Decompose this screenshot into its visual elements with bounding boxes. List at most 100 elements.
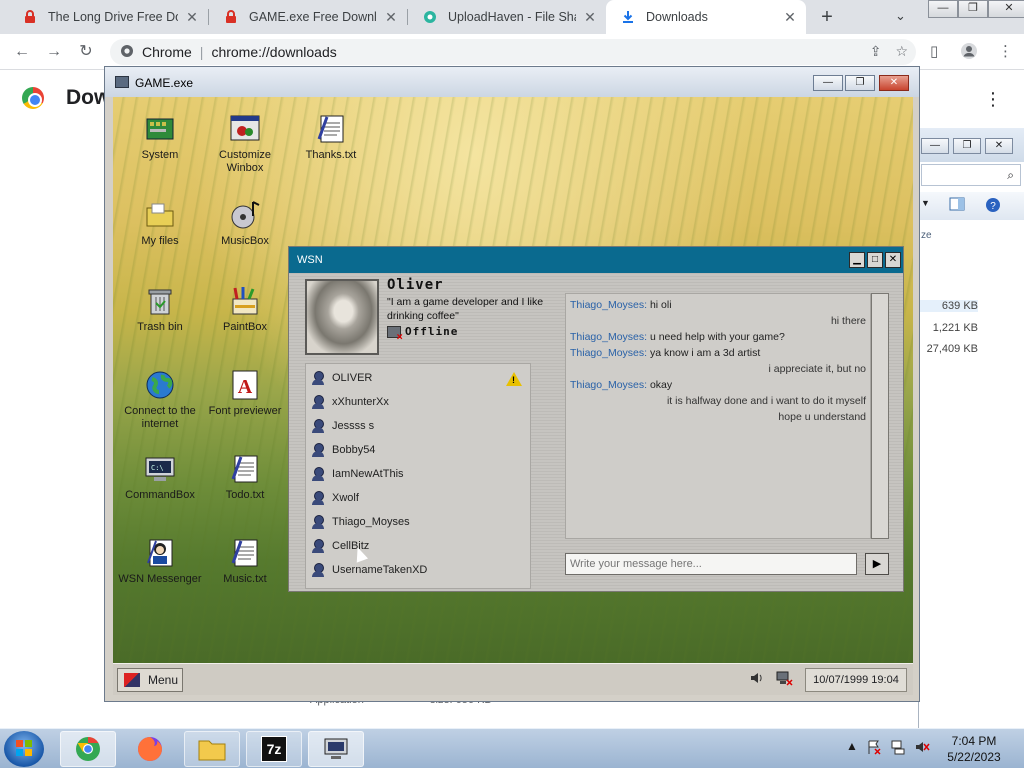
taskbar-chrome-button[interactable] [60, 731, 116, 767]
explorer-minimize-button[interactable]: — [921, 138, 949, 154]
forward-button[interactable]: → [42, 41, 66, 63]
share-icon[interactable]: ⇪ [870, 43, 882, 60]
game-minimize-button[interactable]: — [813, 75, 843, 91]
message-text: ya know i am a 3d artist [647, 347, 761, 359]
game-close-button[interactable]: ✕ [879, 75, 909, 91]
close-tab-icon[interactable]: ✕ [582, 9, 598, 26]
explorer-maximize-button[interactable]: ❐ [953, 138, 981, 154]
desktop-icon-music-txt[interactable]: Music.txt [202, 537, 288, 586]
desktop-icon-todo-txt[interactable]: Todo.txt [202, 453, 288, 502]
winbox-menu-button[interactable]: Menu [117, 668, 183, 692]
game-title-bar[interactable]: GAME.exe — ❐ ✕ [105, 67, 919, 97]
address-bar[interactable]: Chrome | chrome://downloads ⇪ ☆ [110, 39, 916, 65]
desktop-icon-commandbox[interactable]: C:\ CommandBox [117, 453, 203, 502]
tab-label: GAME.exe Free Download [249, 10, 377, 24]
back-button[interactable]: ← [10, 41, 34, 63]
system-clock[interactable]: 7:04 PM 5/22/2023 [932, 733, 1016, 765]
explorer-close-button[interactable]: ✕ [985, 138, 1013, 154]
contact-item[interactable]: OLIVER [312, 368, 526, 388]
network-icon[interactable] [890, 739, 906, 758]
desktop-icon-system[interactable]: System [117, 113, 203, 162]
chrome-menu-icon[interactable]: ⋮ [998, 42, 1013, 60]
url-text[interactable]: chrome://downloads [211, 44, 336, 60]
contact-item[interactable]: UsernameTakenXD [312, 560, 526, 580]
globe-icon [146, 371, 174, 399]
desktop-icon-wsn-messenger[interactable]: WSN Messenger [117, 537, 203, 586]
volume-muted-icon[interactable] [914, 739, 930, 758]
contact-item[interactable]: xXhunterXx [312, 392, 526, 412]
contact-user-icon [312, 491, 324, 505]
winbox-clock: 10/07/1999 19:04 [805, 668, 907, 692]
help-icon[interactable]: ? [985, 197, 1001, 216]
desktop-icon-font-previewer[interactable]: A Font previewer [202, 369, 288, 418]
side-panel-icon[interactable]: ▯ [930, 42, 938, 60]
show-hidden-icons-arrow[interactable]: ▲ [846, 739, 858, 758]
action-center-flag-icon[interactable] [866, 739, 882, 758]
wsn-body: Oliver "I am a game developer and I like… [289, 273, 903, 591]
desktop-icon-thanks-txt[interactable]: Thanks.txt [288, 113, 374, 162]
close-tab-icon[interactable]: ✕ [383, 9, 399, 26]
contact-user-icon [312, 563, 324, 577]
downloads-menu-icon[interactable]: ⋮ [984, 89, 1002, 110]
tab-downloads[interactable]: Downloads ✕ [606, 0, 806, 34]
desktop-icon-paintbox[interactable]: PaintBox [202, 285, 288, 334]
close-tab-icon[interactable]: ✕ [184, 9, 200, 26]
desktop-icon-customize[interactable]: Customize Winbox [202, 113, 288, 175]
taskbar-file-explorer-button[interactable] [184, 731, 240, 767]
maximize-button[interactable]: ❐ [958, 0, 988, 18]
contact-item[interactable]: Bobby54 [312, 440, 526, 460]
tab-label: Downloads [646, 10, 708, 24]
text-file-icon [231, 455, 258, 483]
wsn-close-button[interactable]: ✕ [885, 252, 901, 268]
explorer-title-bar: — ❐ ✕ [919, 128, 1024, 162]
contact-user-icon [312, 515, 324, 529]
desktop-icon-trash-bin[interactable]: Trash bin [117, 285, 203, 334]
message-input[interactable] [565, 553, 857, 575]
contact-item[interactable]: CellBitz [312, 536, 526, 556]
chat-message: i appreciate it, but no [570, 362, 866, 376]
explorer-search-icon[interactable]: ⌕ [921, 164, 1021, 186]
file-explorer-icon [198, 740, 226, 761]
profile-status[interactable]: Offline [387, 325, 458, 343]
volume-icon[interactable] [749, 670, 765, 689]
desktop-icon-musicbox[interactable]: MusicBox [202, 199, 288, 248]
wsn-title-bar[interactable]: WSN ▁ □ ✕ [289, 247, 903, 273]
contact-item[interactable]: Thiago_Moyses [312, 512, 526, 532]
reload-button[interactable]: ↻ [74, 41, 98, 63]
contact-item[interactable]: Xwolf [312, 488, 526, 508]
start-button[interactable] [4, 731, 44, 767]
tab-game-download[interactable]: GAME.exe Free Download ✕ [209, 0, 407, 34]
red-lock-icon [22, 9, 38, 25]
tab-long-drive[interactable]: The Long Drive Free Dow ✕ [8, 0, 208, 34]
tab-uploadhaven[interactable]: UploadHaven - File Shari ✕ [408, 0, 606, 34]
bookmark-star-icon[interactable]: ☆ [895, 43, 908, 60]
game-maximize-button[interactable]: ❐ [845, 75, 875, 91]
close-tab-icon[interactable]: ✕ [782, 9, 798, 26]
game-window-icon [115, 76, 129, 88]
desktop-icon-my-files[interactable]: My files [117, 199, 203, 248]
profile-avatar-icon[interactable] [960, 42, 978, 64]
explorer-command-bar: ▼ ? [919, 192, 1024, 220]
taskbar-game-button[interactable] [308, 731, 364, 767]
preview-pane-icon[interactable] [949, 197, 965, 214]
close-window-button[interactable]: ✕ [988, 0, 1024, 18]
minimize-button[interactable]: — [928, 0, 958, 18]
new-tab-button[interactable]: + [816, 6, 838, 28]
message-text: i appreciate it, but no [768, 363, 866, 375]
size-column-header[interactable]: ze [921, 230, 932, 241]
taskbar-7zip-button[interactable]: 7z [246, 731, 302, 767]
tab-search-button[interactable]: ⌄ [895, 8, 906, 24]
wsn-maximize-button[interactable]: □ [867, 252, 883, 268]
contact-item[interactable]: IamNewAtThis [312, 464, 526, 484]
desktop-icon-connect-internet[interactable]: Connect to the internet [117, 369, 203, 431]
network-offline-icon[interactable] [775, 670, 793, 689]
chat-message: Thiago_Moyses: okay [570, 378, 866, 392]
send-button[interactable]: ▶ [865, 553, 889, 575]
font-icon: A [232, 370, 258, 400]
taskbar-firefox-button[interactable] [122, 731, 178, 767]
wsn-minimize-button[interactable]: ▁ [849, 252, 865, 268]
chat-scrollbar[interactable] [871, 293, 889, 539]
system-tray: ▲ [846, 739, 930, 758]
dropdown-arrow-icon[interactable]: ▼ [921, 198, 930, 208]
contact-item[interactable]: Jessss s [312, 416, 526, 436]
